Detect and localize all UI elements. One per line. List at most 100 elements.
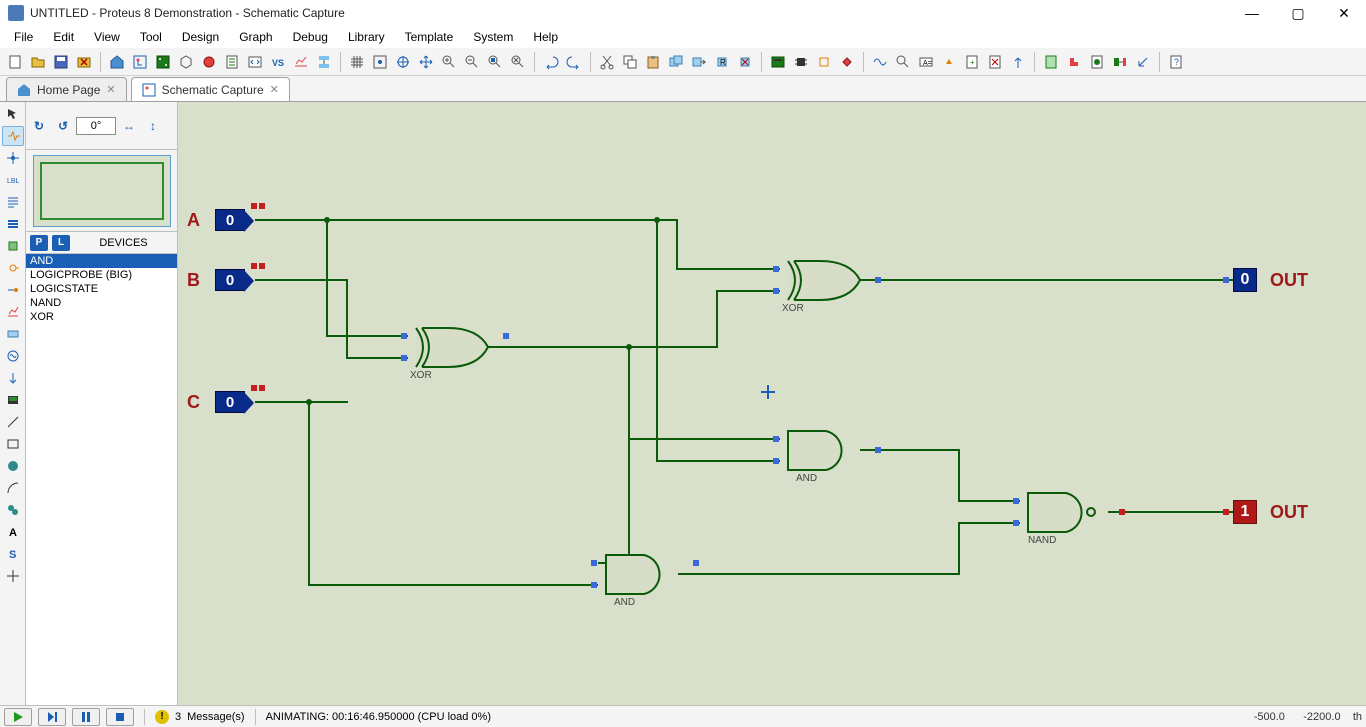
- sim-play-button[interactable]: [4, 708, 32, 726]
- tab-close-icon[interactable]: ✕: [106, 83, 115, 96]
- gate-xor2[interactable]: [780, 258, 865, 303]
- logicprobe-out1[interactable]: 0: [1233, 268, 1257, 292]
- home-button[interactable]: [106, 51, 128, 73]
- close-button[interactable]: ✕: [1330, 5, 1358, 22]
- decompose-button[interactable]: [836, 51, 858, 73]
- mirror-h-button[interactable]: ↔: [118, 116, 140, 136]
- gate-and2[interactable]: [598, 552, 683, 597]
- code-button[interactable]: [244, 51, 266, 73]
- toggle-grid-button[interactable]: [346, 51, 368, 73]
- tape-recorder-mode-button[interactable]: [2, 324, 24, 344]
- block-copy-button[interactable]: [665, 51, 687, 73]
- sim-step-button[interactable]: [38, 708, 66, 726]
- device-item-nand[interactable]: NAND: [26, 296, 177, 310]
- selection-mode-button[interactable]: [2, 104, 24, 124]
- gate-and1[interactable]: [780, 428, 865, 473]
- new-sheet-button[interactable]: +: [961, 51, 983, 73]
- menu-file[interactable]: File: [4, 28, 43, 46]
- minimize-button[interactable]: —: [1238, 5, 1266, 22]
- marker-mode-button[interactable]: [2, 566, 24, 586]
- redo-button[interactable]: [563, 51, 585, 73]
- property-assign-button[interactable]: A=: [915, 51, 937, 73]
- logicstate-b[interactable]: 0: [215, 269, 245, 291]
- logicstate-c[interactable]: 0: [215, 391, 245, 413]
- configure-power-button[interactable]: [938, 51, 960, 73]
- wire-autoroute-button[interactable]: [869, 51, 891, 73]
- generator-mode-button[interactable]: [2, 346, 24, 366]
- rotate-cw-button[interactable]: ↻: [28, 116, 50, 136]
- tab-close-icon[interactable]: ✕: [270, 83, 279, 96]
- tab-schematic-capture[interactable]: Schematic Capture ✕: [131, 77, 290, 101]
- bom-button[interactable]: [221, 51, 243, 73]
- text-script-mode-button[interactable]: [2, 192, 24, 212]
- netlist-to-ares-button[interactable]: [1109, 51, 1131, 73]
- save-button[interactable]: [50, 51, 72, 73]
- menu-graph[interactable]: Graph: [229, 28, 282, 46]
- device-item-logicstate[interactable]: LOGICSTATE: [26, 282, 177, 296]
- wire-label-mode-button[interactable]: LBL: [2, 170, 24, 190]
- flowchart-button[interactable]: [313, 51, 335, 73]
- menu-debug[interactable]: Debug: [283, 28, 338, 46]
- libraries-button[interactable]: L: [52, 235, 70, 251]
- grid-snap-button[interactable]: [369, 51, 391, 73]
- menu-template[interactable]: Template: [395, 28, 464, 46]
- menu-system[interactable]: System: [463, 28, 523, 46]
- vsm-button[interactable]: VS: [267, 51, 289, 73]
- menu-edit[interactable]: Edit: [43, 28, 84, 46]
- origin-button[interactable]: [392, 51, 414, 73]
- menu-view[interactable]: View: [84, 28, 130, 46]
- arc-mode-button[interactable]: [2, 478, 24, 498]
- subcircuit-mode-button[interactable]: [2, 236, 24, 256]
- back-annotate-button[interactable]: [1132, 51, 1154, 73]
- zoom-out-button[interactable]: [461, 51, 483, 73]
- graph-button[interactable]: [290, 51, 312, 73]
- path-mode-button[interactable]: [2, 500, 24, 520]
- device-item-xor[interactable]: XOR: [26, 310, 177, 324]
- sim-pause-button[interactable]: [72, 708, 100, 726]
- junction-mode-button[interactable]: [2, 148, 24, 168]
- angle-input[interactable]: [76, 117, 116, 135]
- help-button[interactable]: ?: [1165, 51, 1187, 73]
- block-move-button[interactable]: [688, 51, 710, 73]
- logicstate-a[interactable]: 0: [215, 209, 245, 231]
- package-button[interactable]: [813, 51, 835, 73]
- device-list[interactable]: AND LOGICPROBE (BIG) LOGICSTATE NAND XOR: [26, 254, 177, 705]
- open-button[interactable]: [27, 51, 49, 73]
- 3d-button[interactable]: [175, 51, 197, 73]
- maximize-button[interactable]: ▢: [1284, 5, 1312, 22]
- text-mode-button[interactable]: A: [2, 522, 24, 542]
- component-mode-button[interactable]: [2, 126, 24, 146]
- undo-button[interactable]: [540, 51, 562, 73]
- rotate-ccw-button[interactable]: ↺: [52, 116, 74, 136]
- device-item-logicprobe[interactable]: LOGICPROBE (BIG): [26, 268, 177, 282]
- exit-to-parent-button[interactable]: [1007, 51, 1029, 73]
- cut-button[interactable]: [596, 51, 618, 73]
- box-mode-button[interactable]: [2, 434, 24, 454]
- overview-panel[interactable]: [26, 150, 177, 232]
- line-mode-button[interactable]: [2, 412, 24, 432]
- zoom-fit-button[interactable]: [484, 51, 506, 73]
- circle-mode-button[interactable]: [2, 456, 24, 476]
- mirror-v-button[interactable]: ↕: [142, 116, 164, 136]
- device-item-and[interactable]: AND: [26, 254, 177, 268]
- copy-button[interactable]: [619, 51, 641, 73]
- bus-mode-button[interactable]: [2, 214, 24, 234]
- gerber-button[interactable]: [198, 51, 220, 73]
- close-project-button[interactable]: [73, 51, 95, 73]
- pan-button[interactable]: [415, 51, 437, 73]
- gate-xor1[interactable]: [408, 325, 493, 370]
- block-delete-button[interactable]: [734, 51, 756, 73]
- netlist-compile-button[interactable]: [1086, 51, 1108, 73]
- schematic-canvas[interactable]: A B C 0 0 0: [178, 102, 1366, 705]
- sim-stop-button[interactable]: [106, 708, 134, 726]
- new-button[interactable]: [4, 51, 26, 73]
- erc-button[interactable]: [1063, 51, 1085, 73]
- gate-nand[interactable]: [1020, 490, 1115, 535]
- search-button[interactable]: [892, 51, 914, 73]
- zoom-in-button[interactable]: [438, 51, 460, 73]
- menu-library[interactable]: Library: [338, 28, 395, 46]
- logicprobe-out2[interactable]: 1: [1233, 500, 1257, 524]
- paste-button[interactable]: [642, 51, 664, 73]
- menu-design[interactable]: Design: [172, 28, 229, 46]
- symbol-mode-button[interactable]: S: [2, 544, 24, 564]
